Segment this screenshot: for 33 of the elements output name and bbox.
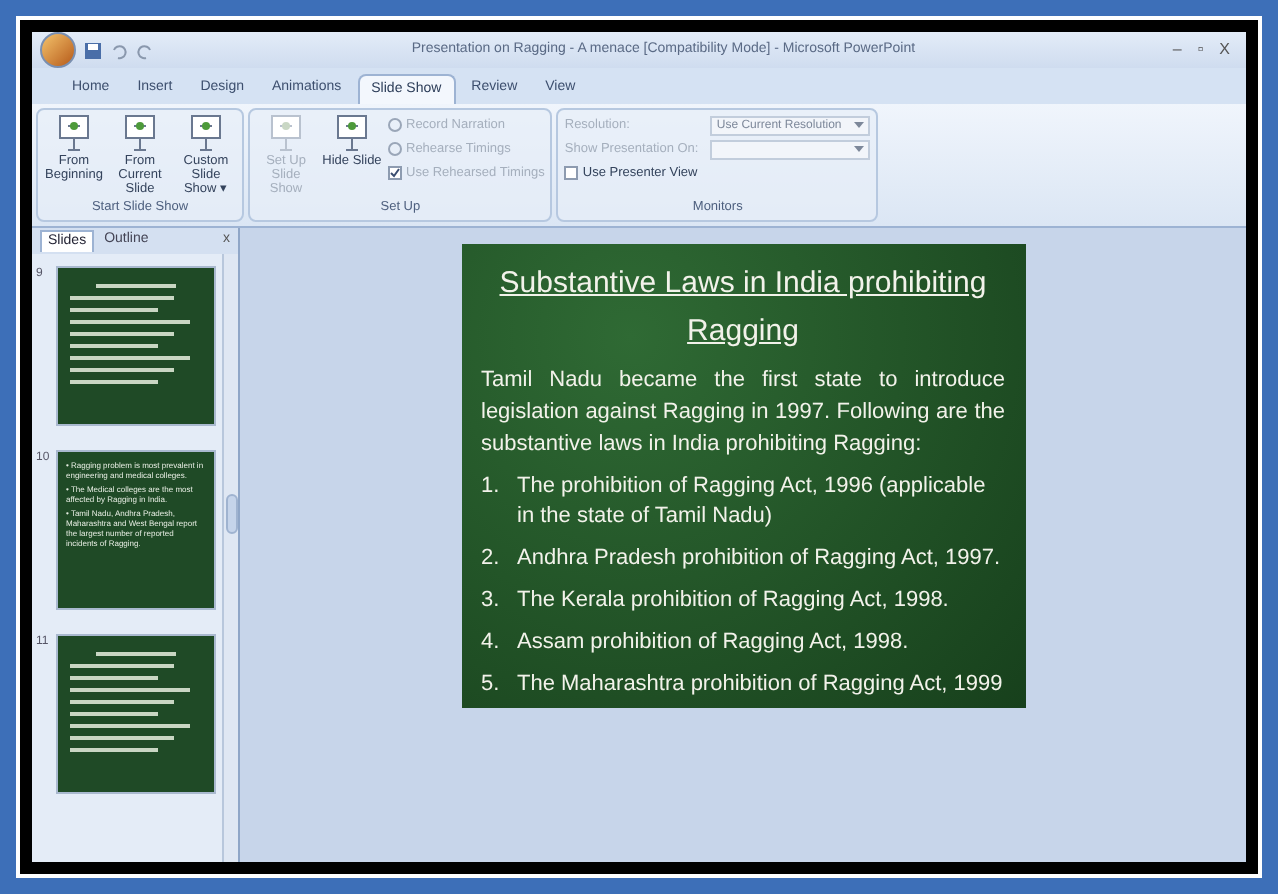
redo-icon[interactable]: [136, 41, 154, 59]
office-button[interactable]: [40, 32, 76, 68]
list-item-text: The Kerala prohibition of Ragging Act, 1998.: [517, 586, 949, 616]
scrollbar[interactable]: [222, 254, 238, 862]
slide-thumbnail[interactable]: [56, 450, 216, 610]
undo-icon[interactable]: [110, 41, 128, 59]
slide-thumbnail[interactable]: [56, 266, 216, 426]
maximize-button[interactable]: ▫: [1197, 38, 1204, 62]
list-item-text: The Maharashtra prohibition of Ragging Act, 1999: [517, 670, 1003, 700]
projector-screen-icon: [124, 114, 156, 154]
projector-screen-icon: [270, 114, 302, 154]
list-number: 1.: [481, 472, 502, 502]
list-item-text: Assam prohibition of Ragging Act, 1998.: [517, 628, 909, 658]
slide-title: Substantive Laws in India prohibiting Ragging: [497, 264, 989, 352]
caret-icon: [854, 122, 865, 130]
save-icon[interactable]: [84, 41, 102, 59]
projector-screen-icon: [58, 114, 90, 154]
list-number: 5.: [481, 670, 502, 700]
close-button[interactable]: X: [1219, 38, 1230, 62]
projector-screen-icon: [190, 114, 222, 154]
dropdown-field[interactable]: [710, 140, 871, 160]
list-number: 4.: [481, 628, 502, 658]
projector-screen-icon: [336, 114, 368, 154]
list-item-text: The prohibition of Ragging Act, 1996 (applicable in the state of Tamil Nadu): [517, 472, 988, 532]
checkbox[interactable]: [564, 166, 579, 181]
caret-icon: [854, 146, 865, 154]
list-number: 3.: [481, 586, 502, 616]
list-number: 2.: [481, 544, 502, 574]
slide-paragraph: Tamil Nadu became the first state to introduce legislation against Ragging in 1997. Following are the substantive laws in India prohibiting Ragging:: [481, 366, 1005, 460]
minimize-button[interactable]: –: [1172, 38, 1182, 62]
list-item-text: Andhra Pradesh prohibition of Ragging Act, 1997.: [517, 544, 1001, 574]
checkmark-icon: [390, 167, 400, 178]
slide-thumbnail[interactable]: [56, 634, 216, 794]
